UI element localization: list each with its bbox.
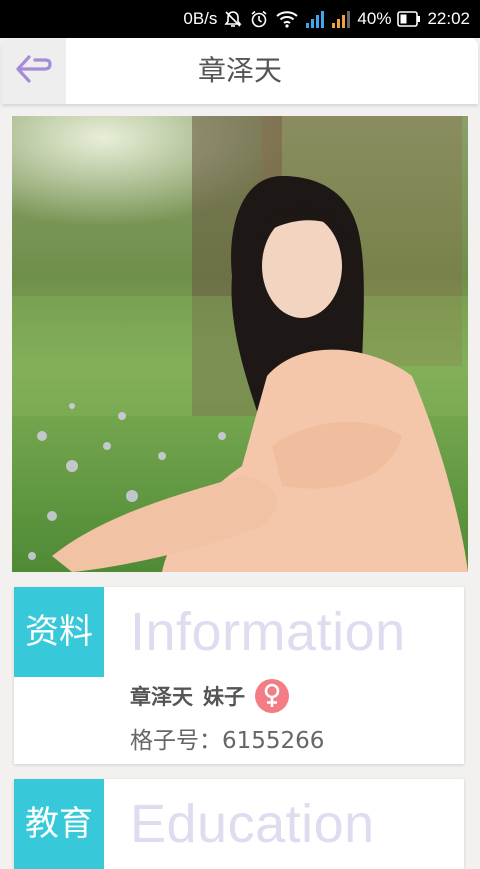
information-heading: Information	[130, 602, 406, 662]
clock: 22:02	[427, 9, 470, 28]
profile-photo[interactable]	[12, 116, 468, 572]
education-heading: Education	[130, 794, 375, 854]
information-tag: 资料	[14, 587, 104, 677]
information-card: 资料 Information 章泽天 妹子 格子号：6155266	[14, 587, 464, 764]
alarm-icon	[249, 9, 269, 29]
status-bar: 0B/s 40% 22:02	[0, 0, 480, 38]
battery-icon	[397, 10, 421, 28]
relation-label: 妹子	[203, 685, 245, 709]
education-tag: 教育	[14, 779, 104, 869]
signal-icon-2	[331, 9, 351, 29]
app-header: 章泽天	[2, 38, 478, 104]
education-card: 教育 Education	[14, 779, 464, 869]
network-speed: 0B/s	[183, 9, 218, 28]
page-title: 章泽天	[197, 54, 282, 87]
battery-percent: 40%	[357, 9, 392, 28]
name-row: 章泽天 妹子	[130, 679, 289, 713]
female-icon	[255, 679, 289, 713]
id-value: 6155266	[222, 728, 325, 754]
signal-icon-1	[305, 9, 325, 29]
user-name: 章泽天	[130, 685, 193, 709]
id-label: 格子号：	[130, 728, 222, 754]
wifi-icon	[275, 9, 299, 29]
mute-bell-icon	[223, 9, 243, 29]
id-row: 格子号：6155266	[130, 721, 324, 755]
